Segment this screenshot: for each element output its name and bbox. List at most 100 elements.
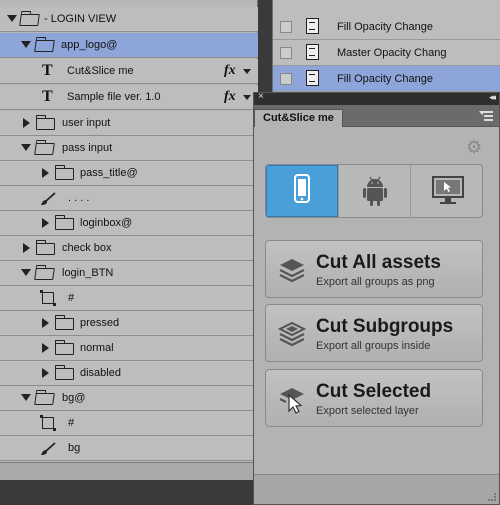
history-label: Fill Opacity Change	[337, 73, 433, 85]
action-title: Cut Subgroups	[316, 316, 454, 337]
collapse-triangle-icon[interactable]	[42, 318, 49, 328]
text-layer-icon: T	[42, 62, 53, 79]
layers-stack-subgroup-icon	[278, 321, 306, 347]
platform-desktop-button[interactable]	[410, 165, 482, 217]
brush-icon	[41, 192, 56, 205]
action-title: Cut All assets	[316, 252, 441, 273]
folder-open-icon	[34, 40, 55, 52]
expand-triangle-icon[interactable]	[21, 269, 31, 276]
layer-label: normal	[80, 342, 114, 354]
layer-shape-hash[interactable]: #	[0, 286, 258, 311]
cut-all-assets-button[interactable]: Cut All assets Export all groups as png	[265, 240, 483, 298]
platform-android-button[interactable]	[338, 165, 410, 217]
history-label: Master Opacity Chang	[337, 47, 447, 59]
history-snapshot-checkbox[interactable]	[280, 47, 292, 59]
expand-triangle-icon[interactable]	[21, 144, 31, 151]
collapse-triangle-icon[interactable]	[42, 343, 49, 353]
layer-label: pressed	[80, 317, 120, 329]
shape-layer-icon	[40, 290, 56, 306]
collapse-triangle-icon[interactable]	[23, 118, 30, 128]
expand-triangle-icon[interactable]	[21, 41, 31, 48]
layer-group-app-logo[interactable]: app_logo@	[0, 33, 258, 58]
folder-icon	[35, 115, 55, 130]
layer-shape-hash-bg[interactable]: #	[0, 411, 258, 436]
close-icon[interactable]: ×	[258, 91, 264, 102]
collapse-icon[interactable]: ◂◂	[489, 92, 496, 103]
panel-menu-icon[interactable]	[479, 110, 493, 122]
collapse-triangle-icon[interactable]	[23, 243, 30, 253]
layer-group-disabled[interactable]: disabled	[0, 361, 258, 386]
collapse-triangle-icon[interactable]	[42, 368, 49, 378]
layer-label: bg@	[62, 392, 86, 404]
fx-icon[interactable]: fx	[224, 63, 236, 79]
layer-group-login-view[interactable]: - LOGIN VIEW	[0, 7, 258, 32]
document-icon	[306, 70, 319, 86]
android-icon	[363, 176, 387, 206]
folder-open-icon	[34, 268, 55, 280]
panel-tab-bar: Cut&Slice me	[254, 105, 499, 127]
phone-icon	[294, 174, 310, 203]
expand-triangle-icon[interactable]	[21, 394, 31, 401]
panel-footer	[254, 474, 499, 504]
layer-group-loginbox[interactable]: loginbox@	[0, 211, 258, 236]
platform-selector	[265, 164, 483, 218]
desktop-icon	[432, 176, 464, 204]
fx-icon[interactable]: fx	[224, 89, 236, 105]
layer-label: loginbox@	[80, 217, 133, 229]
layers-panel: - LOGIN VIEW app_logo@ T Cut&Slice me fx…	[0, 0, 258, 480]
folder-icon	[54, 365, 74, 380]
layer-label: bg	[68, 442, 81, 454]
layer-label: app_logo@	[61, 39, 118, 51]
layer-text-sample-file[interactable]: T Sample file ver. 1.0 fx	[0, 85, 258, 110]
layer-label: disabled	[80, 367, 121, 379]
layer-brush-bg[interactable]: bg	[0, 436, 258, 461]
layer-group-bg[interactable]: bg@	[0, 386, 258, 411]
text-layer-icon: T	[42, 88, 53, 105]
collapse-triangle-icon[interactable]	[42, 218, 49, 228]
layer-cursor-icon	[279, 388, 304, 414]
history-snapshot-checkbox[interactable]	[280, 21, 292, 33]
layer-group-user-input[interactable]: user input	[0, 111, 258, 136]
cut-selected-button[interactable]: Cut Selected Export selected layer	[265, 369, 483, 427]
layers-stack-icon	[279, 259, 305, 283]
layer-label: user input	[62, 117, 111, 129]
shape-layer-icon	[40, 415, 56, 431]
collapse-triangle-icon[interactable]	[42, 168, 49, 178]
layer-label: #	[68, 417, 75, 429]
layer-group-pass-title[interactable]: pass_title@	[0, 161, 258, 186]
layer-group-login-btn[interactable]: login_BTN	[0, 261, 258, 286]
layer-group-normal[interactable]: normal	[0, 336, 258, 361]
history-panel: Fill Opacity Change Master Opacity Chang…	[272, 0, 500, 92]
layer-text-cutslice-me[interactable]: T Cut&Slice me fx	[0, 59, 258, 84]
fx-dropdown-icon[interactable]	[243, 69, 251, 74]
fx-dropdown-icon[interactable]	[243, 95, 251, 100]
layer-label: pass_title@	[80, 167, 138, 179]
action-subtitle: Export selected layer	[316, 405, 419, 417]
layer-group-pressed[interactable]: pressed	[0, 311, 258, 336]
folder-icon	[54, 340, 74, 355]
resize-grip-icon[interactable]	[488, 493, 496, 501]
layer-group-pass-input[interactable]: pass input	[0, 136, 258, 161]
folder-icon	[54, 315, 74, 330]
layer-brush-dots[interactable]: . . . .	[0, 186, 258, 211]
action-subtitle: Export all groups as png	[316, 276, 435, 288]
layer-label: Cut&Slice me	[67, 65, 134, 77]
panel-title-bar[interactable]: × ◂◂	[254, 91, 499, 105]
cutslice-panel: × ◂◂ Cut&Slice me ⚙ Cut All assets Expor…	[253, 91, 500, 505]
history-row-selected[interactable]: Fill Opacity Change	[273, 66, 500, 92]
layer-label: login_BTN	[62, 267, 114, 279]
history-snapshot-checkbox[interactable]	[280, 73, 292, 85]
folder-open-icon	[19, 14, 40, 26]
tab-cutslice[interactable]: Cut&Slice me	[254, 109, 343, 127]
history-row[interactable]: Master Opacity Chang	[273, 40, 500, 66]
layer-group-check-box[interactable]: check box	[0, 236, 258, 261]
gear-icon[interactable]: ⚙	[466, 138, 482, 156]
history-row[interactable]: Fill Opacity Change	[273, 14, 500, 40]
expand-triangle-icon[interactable]	[7, 15, 17, 22]
action-title: Cut Selected	[316, 381, 432, 402]
layer-label: Sample file ver. 1.0	[67, 91, 161, 103]
folder-open-icon	[34, 143, 55, 155]
folder-open-icon	[34, 393, 55, 405]
platform-ios-button[interactable]	[266, 165, 338, 217]
cut-subgroups-button[interactable]: Cut Subgroups Export all groups inside	[265, 304, 483, 362]
